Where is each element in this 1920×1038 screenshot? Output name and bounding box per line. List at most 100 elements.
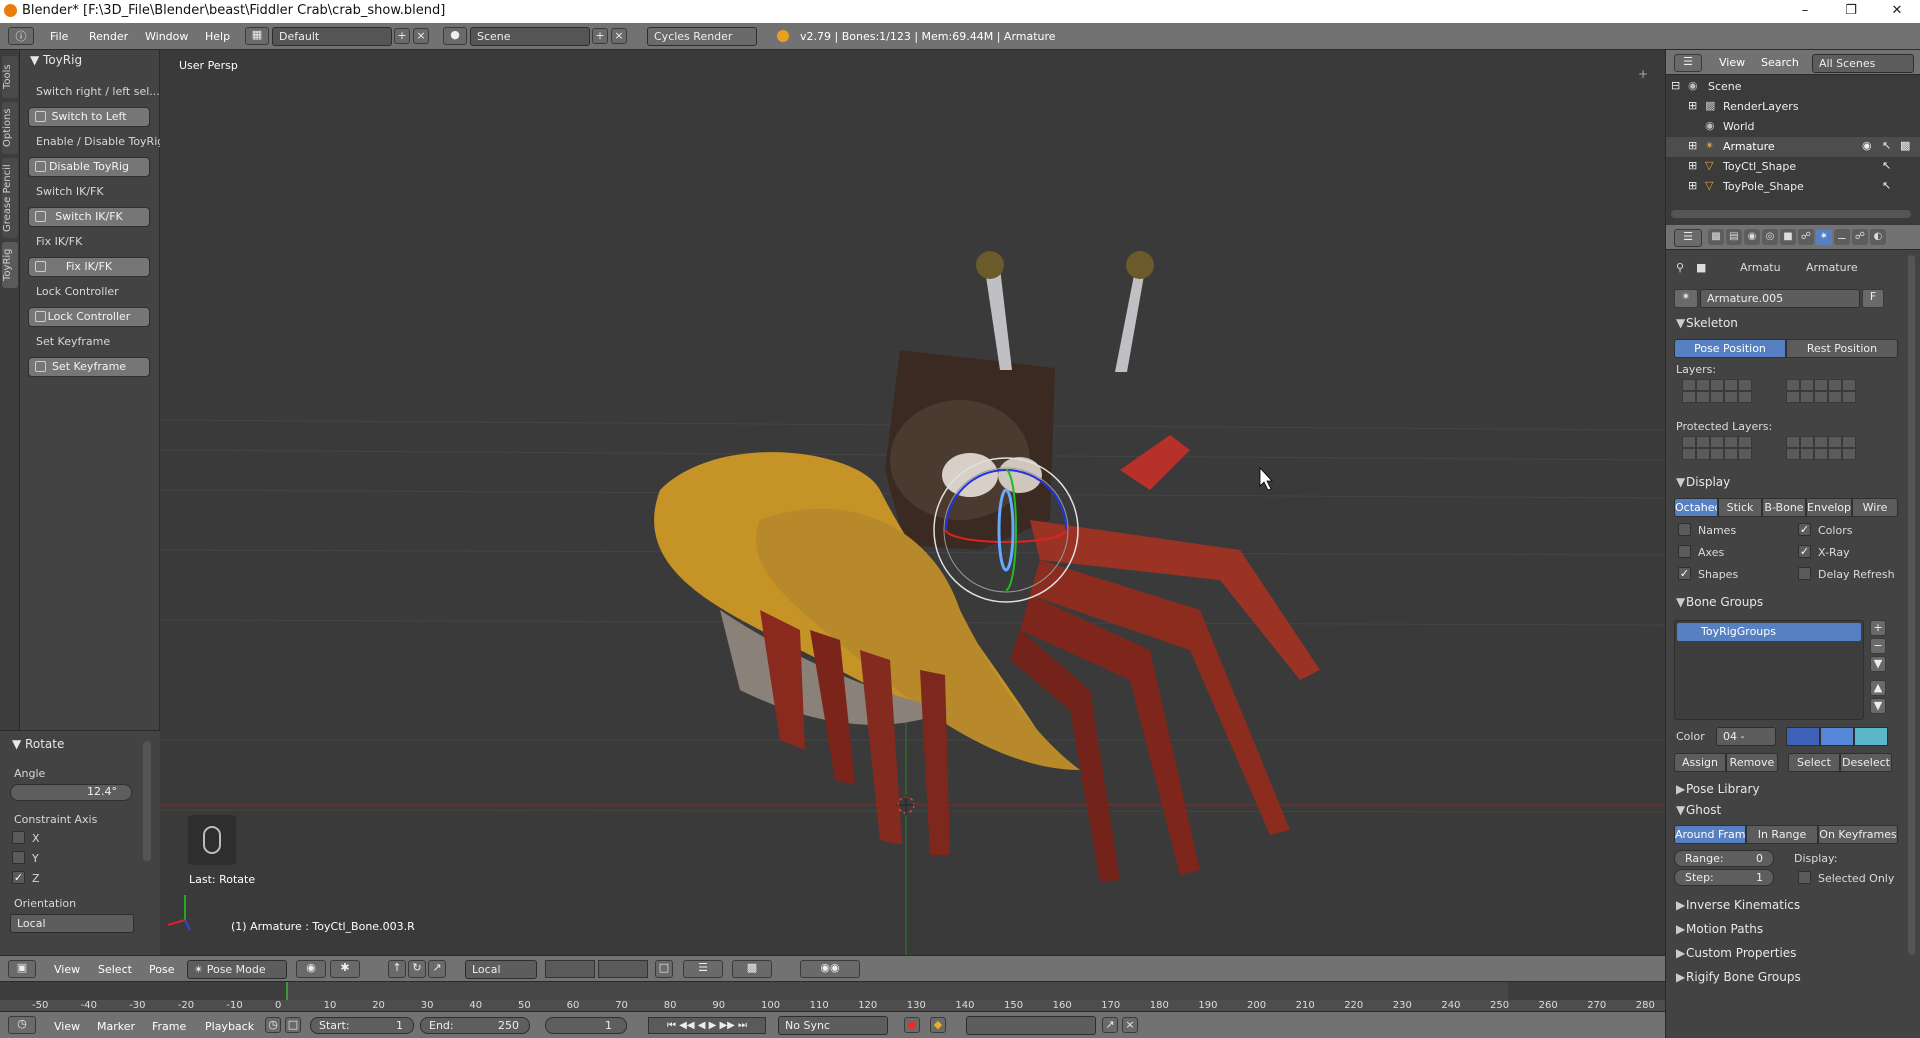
mode-dropdown[interactable]: ✴ Pose Mode bbox=[187, 960, 287, 979]
onion-skin-icon[interactable]: ◉◉ bbox=[800, 960, 860, 978]
tab-options[interactable]: Options bbox=[2, 102, 18, 154]
display-wire-button[interactable]: Wire bbox=[1852, 498, 1898, 517]
add-layout-icon[interactable]: + bbox=[394, 28, 410, 44]
select-arrow-icon[interactable]: ↖ bbox=[1882, 139, 1891, 152]
manipulator-rotate-icon[interactable]: ↻ bbox=[408, 960, 426, 978]
maximize-icon[interactable]: ❐ bbox=[1828, 0, 1874, 23]
fix-ikfk-button[interactable]: Fix IK/FK bbox=[28, 257, 150, 277]
object-tab-icon[interactable]: ■ bbox=[1780, 229, 1796, 245]
ghost-step-field[interactable]: Step: 1 bbox=[1674, 869, 1774, 886]
transform-orientation-dropdown[interactable]: Local bbox=[465, 960, 537, 979]
editor-type-properties-icon[interactable]: ☰ bbox=[1674, 229, 1702, 247]
properties-scrollbar[interactable] bbox=[1908, 255, 1915, 955]
minimize-icon[interactable]: – bbox=[1782, 0, 1828, 23]
screen-layout-icon[interactable]: ▦ bbox=[245, 27, 269, 45]
custom-properties-panel-header[interactable]: ▶Custom Properties bbox=[1676, 946, 1796, 960]
pose-library-panel-header[interactable]: ▶Pose Library bbox=[1676, 782, 1760, 796]
menu-marker[interactable]: Marker bbox=[97, 1020, 135, 1033]
ghost-in-range-button[interactable]: In Range bbox=[1746, 825, 1818, 844]
names-checkbox[interactable] bbox=[1678, 523, 1691, 536]
protected-layers-grid-a[interactable] bbox=[1682, 436, 1752, 460]
layer-buttons-b[interactable] bbox=[598, 960, 648, 978]
xray-checkbox[interactable]: ✓ bbox=[1798, 545, 1811, 558]
switch-to-left-button[interactable]: Switch to Left bbox=[28, 107, 150, 127]
outliner-row-renderlayers[interactable]: ⊞ ▩ RenderLayers bbox=[1666, 97, 1920, 117]
lock-layers-icon[interactable]: □ bbox=[655, 960, 673, 978]
breadcrumb-armature[interactable]: Armature bbox=[1806, 261, 1858, 274]
breadcrumb-object[interactable]: Armatu bbox=[1740, 261, 1781, 274]
render-camera-icon[interactable]: ▩ bbox=[1900, 139, 1910, 152]
datablock-name-field[interactable]: Armature.005 bbox=[1700, 289, 1860, 308]
remove-button[interactable]: Remove bbox=[1726, 753, 1778, 772]
visibility-eye-icon[interactable]: ◉ bbox=[1862, 139, 1872, 152]
ghost-around-frame-button[interactable]: Around Frame bbox=[1674, 825, 1746, 844]
editor-type-outliner-icon[interactable]: ☰ bbox=[1674, 54, 1702, 72]
select-button[interactable]: Select bbox=[1788, 753, 1840, 772]
editor-type-info-icon[interactable]: ⓘ bbox=[8, 27, 34, 45]
preview-range-icon[interactable]: ◷ bbox=[265, 1017, 281, 1033]
display-octahedral-button[interactable]: Octahed bbox=[1674, 498, 1718, 517]
bone-groups-panel-header[interactable]: ▼Bone Groups bbox=[1676, 595, 1763, 609]
bone-constraint-tab-icon[interactable]: ☍ bbox=[1852, 229, 1868, 245]
expand-icon[interactable]: ⊞ bbox=[1688, 99, 1697, 112]
menu-playback[interactable]: Playback bbox=[205, 1020, 254, 1033]
render-tab-icon[interactable]: ▩ bbox=[1708, 229, 1724, 245]
ghost-range-field[interactable]: Range: 0 bbox=[1674, 850, 1774, 867]
expand-icon[interactable]: ⊞ bbox=[1688, 179, 1697, 192]
physics-tab-icon[interactable]: ◐ bbox=[1870, 229, 1886, 245]
bone-group-specials-icon[interactable]: ▼ bbox=[1870, 656, 1886, 672]
pose-position-button[interactable]: Pose Position bbox=[1674, 339, 1786, 358]
layer-buttons-a[interactable] bbox=[545, 960, 595, 978]
outliner-row-toypole-shape[interactable]: ⊞ ▽ ToyPole_Shape ↖ bbox=[1666, 177, 1920, 197]
render-engine-dropdown[interactable]: Cycles Render bbox=[647, 27, 757, 46]
layers-grid-a[interactable] bbox=[1682, 379, 1752, 403]
sync-dropdown[interactable]: No Sync bbox=[778, 1016, 888, 1035]
axes-checkbox[interactable] bbox=[1678, 545, 1691, 558]
world-tab-icon[interactable]: ◎ bbox=[1762, 229, 1778, 245]
move-up-icon[interactable]: ▲ bbox=[1870, 680, 1886, 696]
display-panel-header[interactable]: ▼Display bbox=[1676, 475, 1730, 489]
delay-refresh-checkbox[interactable] bbox=[1798, 567, 1811, 580]
bone-groups-list[interactable]: ToyRigGroups bbox=[1674, 620, 1864, 720]
renderlayer-tab-icon[interactable]: ▤ bbox=[1726, 229, 1742, 245]
layout-field[interactable]: Default bbox=[272, 27, 392, 46]
remove-bone-group-icon[interactable]: − bbox=[1870, 638, 1886, 654]
record-icon[interactable]: ● bbox=[904, 1017, 920, 1033]
set-keyframe-button[interactable]: Set Keyframe bbox=[28, 357, 150, 377]
select-arrow-icon[interactable]: ↖ bbox=[1882, 159, 1891, 172]
keying-set-icon[interactable]: ◆ bbox=[930, 1017, 946, 1033]
fake-user-button[interactable]: F bbox=[1862, 289, 1884, 308]
insert-keyframe-icon[interactable]: ↗ bbox=[1102, 1017, 1118, 1033]
rotate-panel-header[interactable]: ▼ Rotate bbox=[12, 737, 64, 751]
armature-data-icon[interactable]: ✴ bbox=[1674, 289, 1698, 308]
display-stick-button[interactable]: Stick bbox=[1718, 498, 1762, 517]
protected-layers-grid-b[interactable] bbox=[1786, 436, 1856, 460]
ghost-on-keyframes-button[interactable]: On Keyframes bbox=[1818, 825, 1898, 844]
select-arrow-icon[interactable]: ↖ bbox=[1882, 179, 1891, 192]
outliner-menu-view[interactable]: View bbox=[1719, 56, 1745, 69]
armature-data-tab-icon[interactable]: ✴ bbox=[1816, 229, 1832, 245]
menu-render[interactable]: Render bbox=[89, 30, 128, 43]
menu-help[interactable]: Help bbox=[205, 30, 230, 43]
expand-icon[interactable]: ⊞ bbox=[1688, 159, 1697, 172]
outliner-row-world[interactable]: ◉ World bbox=[1666, 117, 1920, 137]
render-preview-icon[interactable]: ▩ bbox=[732, 960, 772, 978]
rest-position-button[interactable]: Rest Position bbox=[1786, 339, 1898, 358]
manipulator-scale-icon[interactable]: ↗ bbox=[428, 960, 446, 978]
menu-view[interactable]: View bbox=[54, 963, 80, 976]
remove-scene-icon[interactable]: × bbox=[611, 28, 627, 44]
menu-file[interactable]: File bbox=[50, 30, 68, 43]
motion-paths-panel-header[interactable]: ▶Motion Paths bbox=[1676, 922, 1763, 936]
assign-button[interactable]: Assign bbox=[1674, 753, 1726, 772]
outliner-row-toyctl-shape[interactable]: ⊞ ▽ ToyCtl_Shape ↖ bbox=[1666, 157, 1920, 177]
editor-type-timeline-icon[interactable]: ◷ bbox=[8, 1016, 36, 1034]
editor-type-3dview-icon[interactable]: ▣ bbox=[8, 960, 36, 978]
color-swatch-active[interactable] bbox=[1854, 727, 1888, 746]
timeline[interactable]: -50 -40 -30 -20 -10 0 10 20 30 40 50 60 70 80 90 100 110… bbox=[0, 981, 1665, 1012]
current-frame-field[interactable]: 1 bbox=[545, 1017, 627, 1034]
inverse-kinematics-panel-header[interactable]: ▶Inverse Kinematics bbox=[1676, 898, 1800, 912]
outliner-display-mode[interactable]: All Scenes bbox=[1812, 54, 1914, 73]
remove-layout-icon[interactable]: × bbox=[413, 28, 429, 44]
color-swatch-select[interactable] bbox=[1820, 727, 1854, 746]
menu-window[interactable]: Window bbox=[145, 30, 188, 43]
